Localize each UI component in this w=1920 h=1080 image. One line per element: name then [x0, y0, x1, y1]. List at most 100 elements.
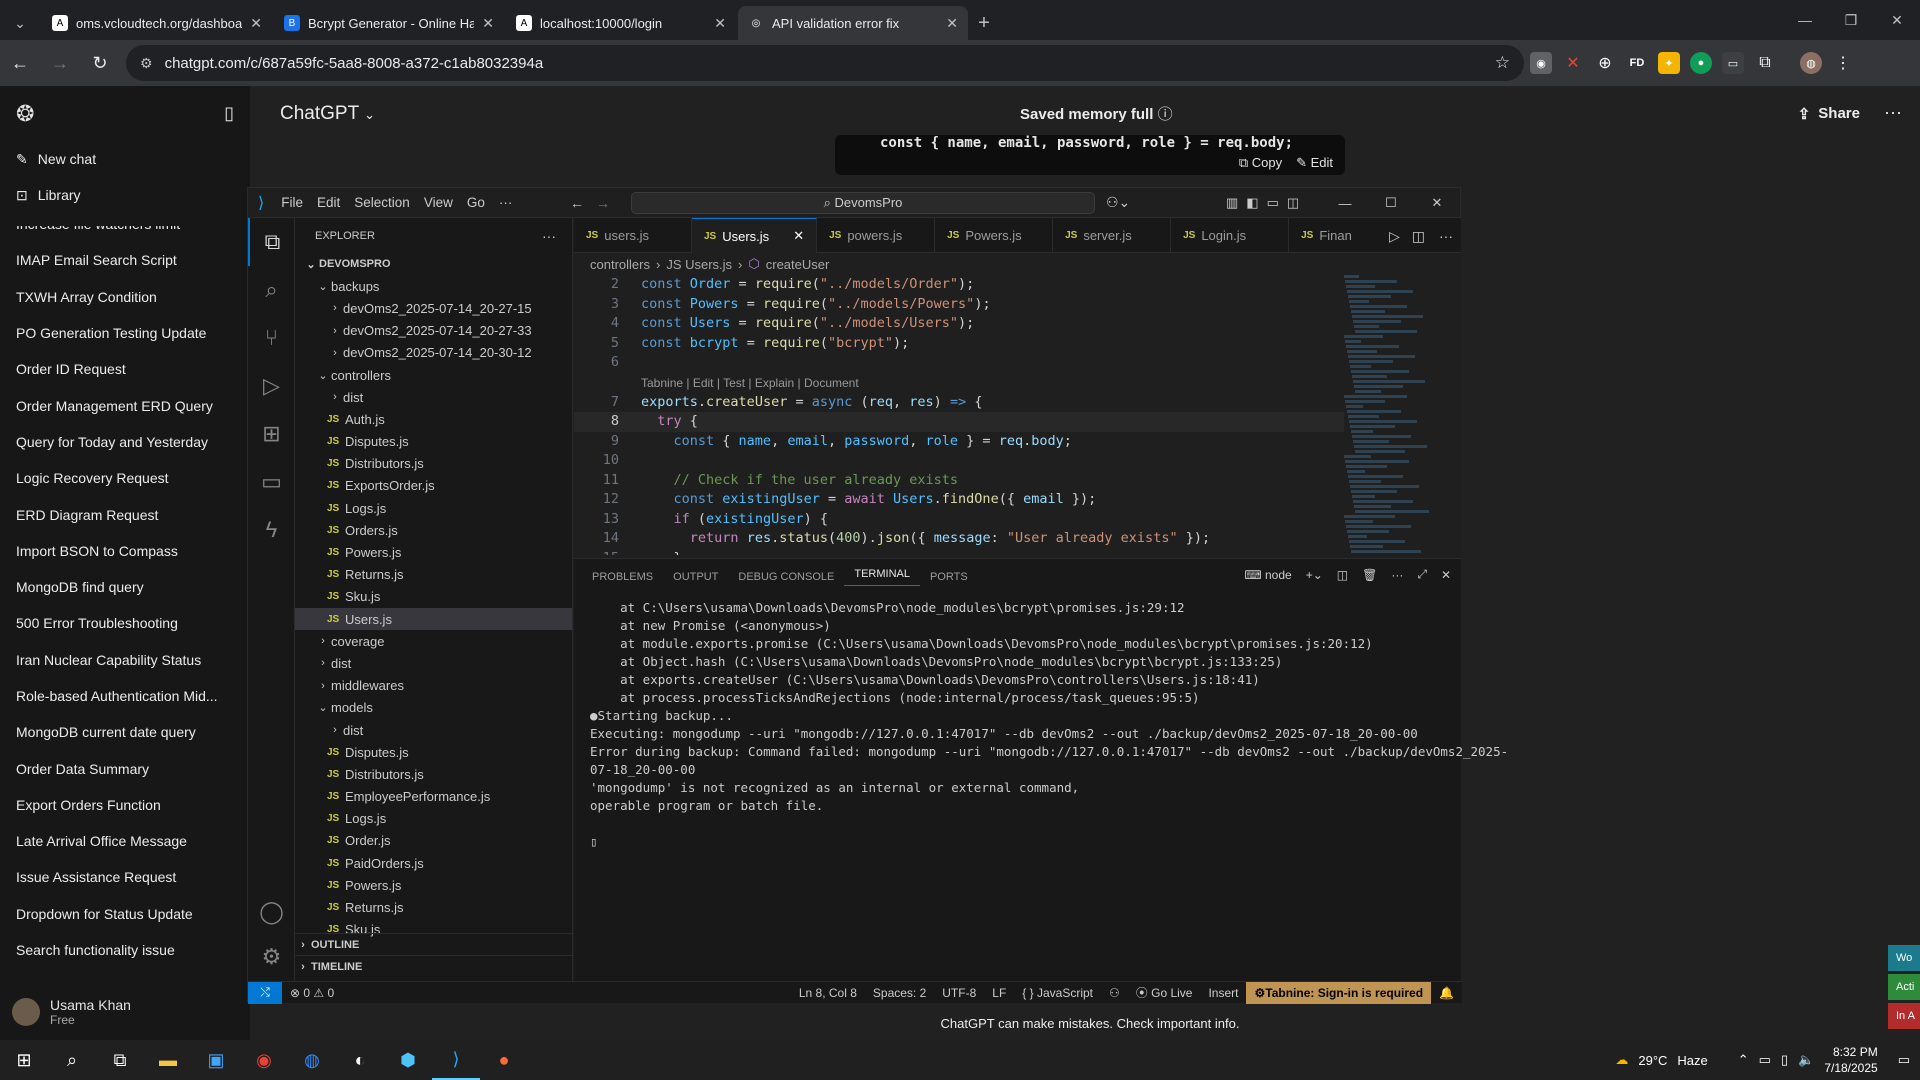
history-item[interactable]: Import BSON to Compass	[0, 533, 250, 569]
store-icon[interactable]: ▣	[192, 1040, 240, 1080]
encoding[interactable]: UTF-8	[934, 986, 984, 1000]
file-item[interactable]: JS Disputes.js	[295, 741, 572, 763]
browser-tab[interactable]: B Bcrypt Generator - Online Hash ✕	[274, 6, 504, 40]
new-tab-button[interactable]: +	[968, 6, 1000, 40]
more-actions-icon[interactable]: ···	[1431, 218, 1461, 252]
file-item[interactable]: JS Disputes.js	[295, 431, 572, 453]
history-item[interactable]: MongoDB find query	[0, 569, 250, 605]
history-item[interactable]: Order Data Summary	[0, 750, 250, 786]
search-icon[interactable]: ⌕	[48, 1040, 96, 1080]
folder-item[interactable]: › coverage	[295, 630, 572, 652]
app-icon[interactable]: ◐	[336, 1040, 384, 1080]
menu-more[interactable]: ···	[492, 195, 520, 210]
folder-item[interactable]: › middlewares	[295, 675, 572, 697]
timeline-section[interactable]: › TIMELINE	[295, 955, 572, 977]
close-panel-icon[interactable]: ✕	[1441, 568, 1451, 582]
zoom-icon[interactable]: ◍	[288, 1040, 336, 1080]
menu-go[interactable]: Go	[460, 195, 492, 210]
folder-item[interactable]: ⌄ backups	[295, 275, 572, 297]
history-item[interactable]: Iran Nuclear Capability Status	[0, 642, 250, 678]
remote-explorer-icon[interactable]: ▭	[248, 458, 295, 506]
more-options-icon[interactable]: ⋯	[1884, 103, 1902, 124]
copilot-icon[interactable]: ⚇⌄	[1106, 194, 1130, 211]
layout-icons[interactable]: ▥◧▭◫	[1226, 195, 1307, 211]
profile-avatar-icon[interactable]: ◍	[1800, 52, 1822, 74]
folder-item[interactable]: › devOms2_2025-07-14_20-30-12	[295, 342, 572, 364]
folder-item[interactable]: ⌄ models	[295, 697, 572, 719]
folder-item[interactable]: ⌄ controllers	[295, 364, 572, 386]
tab-search-button[interactable]: ⌄	[0, 6, 40, 40]
file-item[interactable]: JS Powers.js	[295, 541, 572, 563]
file-item[interactable]: JS Distributors.js	[295, 453, 572, 475]
forward-icon[interactable]: →	[40, 45, 80, 81]
file-item[interactable]: JS Auth.js	[295, 408, 572, 430]
file-item[interactable]: JS PaidOrders.js	[295, 852, 572, 874]
extension-fd-icon[interactable]: FD	[1626, 52, 1648, 74]
close-window-icon[interactable]: ✕	[1874, 0, 1920, 40]
folder-item[interactable]: › devOms2_2025-07-14_20-27-15	[295, 297, 572, 319]
widget-tab[interactable]: Wo	[1888, 945, 1920, 971]
file-item[interactable]: JS Returns.js	[295, 564, 572, 586]
folder-item[interactable]: › dist	[295, 386, 572, 408]
tray-chevron-icon[interactable]: ⌃	[1738, 1052, 1749, 1068]
outline-section[interactable]: › OUTLINE	[295, 933, 572, 955]
task-view-icon[interactable]: ⧉	[96, 1040, 144, 1080]
vscode-icon[interactable]: ⟩	[432, 1040, 480, 1080]
user-account[interactable]: Usama Khan Free	[0, 984, 250, 1040]
history-item[interactable]: Logic Recovery Request	[0, 460, 250, 496]
maximize-panel-icon[interactable]: ⤢	[1417, 567, 1427, 582]
panel-tab-terminal[interactable]: TERMINAL	[844, 568, 920, 586]
code-editor[interactable]: 2 const Order = require("../models/Order"…	[574, 275, 1354, 555]
history-item[interactable]: IMAP Email Search Script	[0, 242, 250, 278]
network-icon[interactable]: ▭	[1759, 1052, 1771, 1068]
panel-tab-problems[interactable]: PROBLEMS	[582, 571, 663, 583]
bookmark-star-icon[interactable]: ☆	[1495, 53, 1510, 73]
extensions-icon[interactable]: ⊞	[248, 410, 295, 458]
clock[interactable]: 8:32 PM 7/18/2025	[1824, 1044, 1877, 1076]
file-item[interactable]: JS ExportsOrder.js	[295, 475, 572, 497]
editor-tab[interactable]: JS Login.js	[1171, 218, 1290, 253]
restore-icon[interactable]: ❐	[1828, 0, 1874, 40]
browser-tab-active[interactable]: ◎ API validation error fix ✕	[738, 6, 968, 40]
source-control-icon[interactable]: ⑂	[248, 314, 295, 362]
history-item[interactable]: 500 Error Troubleshooting	[0, 605, 250, 641]
copy-button[interactable]: ⧉ Copy	[1239, 155, 1282, 171]
file-item[interactable]: JS Logs.js	[295, 497, 572, 519]
history-item[interactable]: Issue Assistance Request	[0, 859, 250, 895]
history-item[interactable]: Export Orders Function	[0, 787, 250, 823]
more-actions-icon[interactable]: ···	[542, 228, 556, 244]
weather-condition[interactable]: Haze	[1677, 1053, 1707, 1068]
file-item[interactable]: JS Orders.js	[295, 519, 572, 541]
menu-view[interactable]: View	[417, 195, 460, 210]
more-menu-icon[interactable]: ⋮	[1832, 52, 1854, 74]
split-terminal-icon[interactable]: ◫	[1337, 568, 1348, 582]
reload-icon[interactable]: ↻	[80, 45, 120, 81]
minimize-icon[interactable]: —	[1322, 188, 1368, 218]
edit-button[interactable]: ✎ Edit	[1296, 155, 1333, 171]
address-bar[interactable]: ⚙ chatgpt.com/c/687a59fc-5aa8-8008-a372-…	[126, 45, 1524, 81]
share-button[interactable]: ⇪ Share	[1798, 105, 1860, 123]
notifications-bell-icon[interactable]: 🔔	[1431, 986, 1462, 1000]
file-item[interactable]: JS Returns.js	[295, 896, 572, 918]
widget-tab[interactable]: Acti	[1888, 974, 1920, 1000]
file-item[interactable]: JS Users.js	[295, 608, 572, 631]
tabnine-status[interactable]: ⚙ Tabnine: Sign-in is required	[1246, 981, 1432, 1004]
file-item[interactable]: JS Sku.js	[295, 586, 572, 608]
editor-tab[interactable]: JS server.js	[1053, 218, 1172, 253]
chrome-icon[interactable]: ◉	[240, 1040, 288, 1080]
openai-logo-icon[interactable]: ❂	[16, 101, 34, 127]
browser-tab[interactable]: Aoms.vcloudtech.org/dashboard ✕	[42, 6, 272, 40]
extension-icon[interactable]: ✦	[1658, 52, 1680, 74]
terminal-output[interactable]: at C:\Users\usama\Downloads\DevomsPro\no…	[590, 599, 1508, 851]
extension-icon[interactable]: ◉	[1530, 52, 1552, 74]
model-selector[interactable]: ChatGPT ⌄	[280, 103, 375, 125]
battery-icon[interactable]: ▯	[1781, 1052, 1788, 1068]
remote-indicator-icon[interactable]: ⤭	[248, 981, 282, 1004]
breadcrumb-item[interactable]: createUser	[766, 257, 830, 272]
history-item[interactable]: Order ID Request	[0, 351, 250, 387]
language-mode[interactable]: { } JavaScript	[1014, 986, 1101, 1000]
file-item[interactable]: JS Powers.js	[295, 874, 572, 896]
history-item[interactable]: Late Arrival Office Message	[0, 823, 250, 859]
site-info-icon[interactable]: ⚙	[140, 55, 153, 72]
back-icon[interactable]: ←	[0, 45, 40, 81]
